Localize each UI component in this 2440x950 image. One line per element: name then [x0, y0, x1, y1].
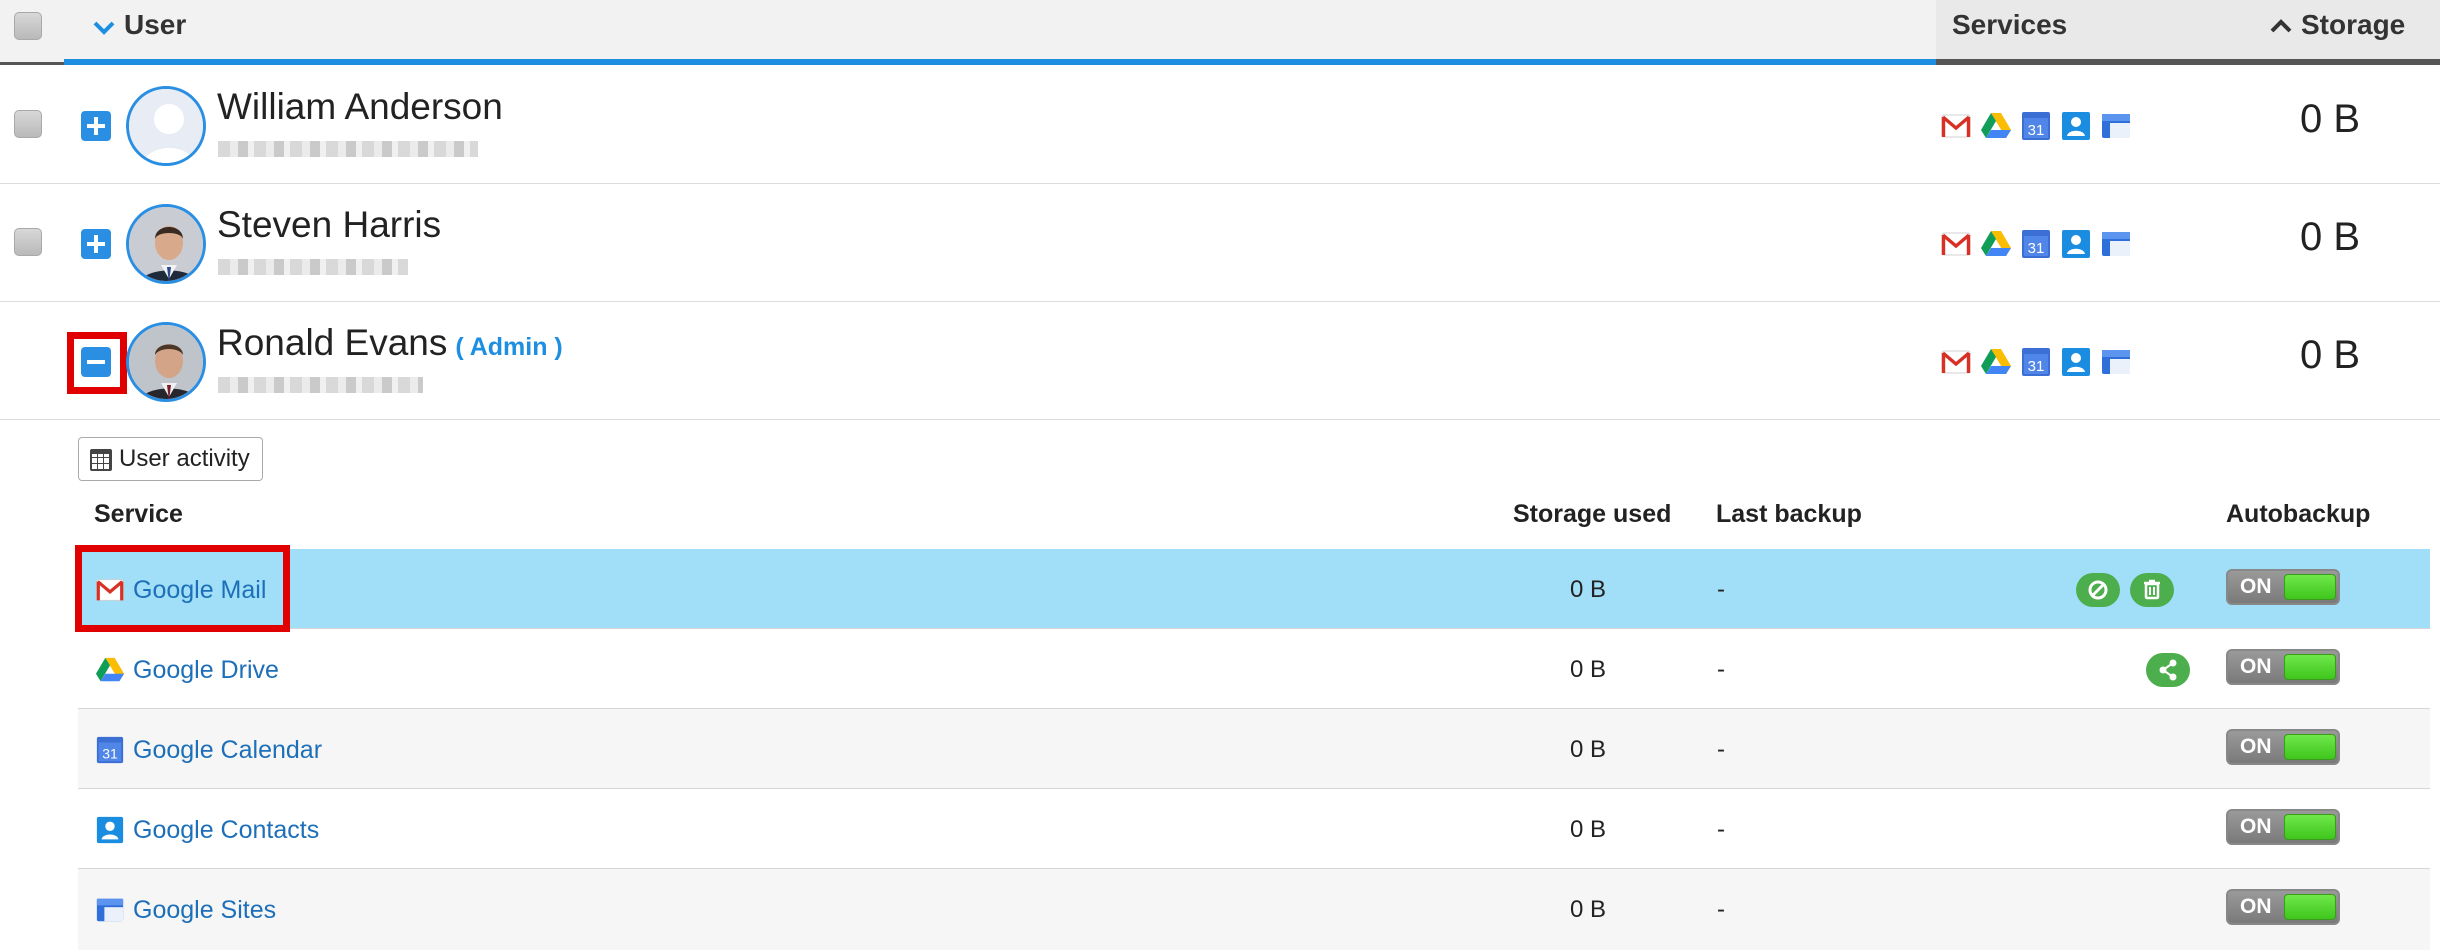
- calendar-icon: [90, 449, 112, 471]
- avatar: [126, 204, 206, 284]
- google-sites-icon: [94, 895, 126, 925]
- user-activity-button[interactable]: User activity: [78, 437, 263, 481]
- delete-backup-button[interactable]: [2130, 573, 2174, 607]
- user-row-checkbox[interactable]: [14, 110, 42, 138]
- autobackup-toggle[interactable]: ON: [2226, 569, 2340, 605]
- user-row-expanded[interactable]: Ronald Evans( Admin ) 0 B: [0, 302, 2440, 420]
- service-row-google-drive[interactable]: Google Drive 0 B - ON: [78, 629, 2430, 709]
- google-sites-icon: [2100, 110, 2132, 142]
- service-row-google-sites[interactable]: Google Sites 0 B - ON: [78, 869, 2430, 950]
- header-storage-label[interactable]: Storage: [2301, 9, 2405, 41]
- col-autobackup: Autobackup: [2226, 500, 2371, 528]
- toggle-on-label: ON: [2240, 575, 2272, 598]
- google-contacts-icon: [2060, 228, 2092, 260]
- google-drive-icon: [94, 655, 126, 685]
- trash-icon: [2144, 579, 2160, 600]
- google-sites-icon: [2100, 346, 2132, 378]
- google-drive-icon: [1980, 110, 2012, 142]
- service-storage-used: 0 B: [1570, 656, 1607, 683]
- avatar: [126, 322, 206, 402]
- toggle-on-label: ON: [2240, 655, 2272, 678]
- user-email-redacted: [218, 377, 423, 393]
- google-calendar-icon: [2020, 110, 2052, 142]
- autobackup-toggle[interactable]: ON: [2226, 649, 2340, 685]
- disable-service-button[interactable]: [2076, 573, 2120, 607]
- google-contacts-icon: [94, 815, 126, 845]
- service-link-google-drive[interactable]: Google Drive: [133, 656, 279, 685]
- google-sites-icon: [2100, 228, 2132, 260]
- service-storage-used: 0 B: [1570, 896, 1607, 923]
- google-calendar-icon: [2020, 228, 2052, 260]
- avatar: [126, 86, 206, 166]
- service-last-backup: -: [1717, 656, 1725, 683]
- col-storage-used: Storage used: [1513, 500, 1672, 528]
- service-link-google-calendar[interactable]: Google Calendar: [133, 736, 322, 765]
- user-activity-label: User activity: [119, 445, 250, 472]
- service-link-google-sites[interactable]: Google Sites: [133, 896, 276, 925]
- service-row-google-calendar[interactable]: Google Calendar 0 B - ON: [78, 709, 2430, 789]
- toggle-on-label: ON: [2240, 815, 2272, 838]
- gmail-icon: [1940, 110, 1972, 142]
- autobackup-toggle[interactable]: ON: [2226, 809, 2340, 845]
- header-select-cell: [0, 0, 64, 65]
- service-last-backup: -: [1717, 736, 1725, 763]
- service-last-backup: -: [1717, 576, 1725, 603]
- share-icon: [2159, 659, 2177, 681]
- gmail-icon: [1940, 346, 1972, 378]
- toggle-on-label: ON: [2240, 735, 2272, 758]
- service-storage-used: 0 B: [1570, 736, 1607, 763]
- user-storage: 0 B: [2300, 333, 2361, 377]
- user-email-redacted: [218, 141, 478, 157]
- admin-badge: ( Admin ): [455, 333, 563, 361]
- google-drive-icon: [1980, 346, 2012, 378]
- user-photo: [129, 325, 203, 399]
- service-link-google-contacts[interactable]: Google Contacts: [133, 816, 319, 845]
- collapse-user-button[interactable]: [81, 347, 111, 377]
- select-all-checkbox[interactable]: [14, 12, 42, 40]
- user-name: Steven Harris: [217, 204, 442, 245]
- user-row-checkbox[interactable]: [14, 228, 42, 256]
- google-contacts-icon: [2060, 346, 2092, 378]
- user-storage: 0 B: [2300, 215, 2361, 259]
- user-storage: 0 B: [2300, 97, 2361, 141]
- google-drive-icon: [1980, 228, 2012, 260]
- expand-user-button[interactable]: [81, 229, 111, 259]
- google-calendar-icon: [94, 735, 126, 765]
- chevron-down-icon: [93, 21, 115, 35]
- ban-icon: [2088, 580, 2108, 600]
- service-last-backup: -: [1717, 896, 1725, 923]
- share-button[interactable]: [2146, 653, 2190, 687]
- service-row-google-contacts[interactable]: Google Contacts 0 B - ON: [78, 789, 2430, 869]
- chevron-up-icon: [2270, 19, 2292, 33]
- toggle-on-label: ON: [2240, 895, 2272, 918]
- service-last-backup: -: [1717, 816, 1725, 843]
- col-last-backup: Last backup: [1716, 500, 1862, 528]
- autobackup-toggle[interactable]: ON: [2226, 729, 2340, 765]
- gmail-icon: [1940, 228, 1972, 260]
- google-contacts-icon: [2060, 110, 2092, 142]
- user-name: Ronald Evans( Admin ): [217, 322, 563, 363]
- service-storage-used: 0 B: [1570, 576, 1607, 603]
- user-name: William Anderson: [217, 86, 503, 127]
- col-service: Service: [94, 500, 183, 528]
- google-calendar-icon: [2020, 346, 2052, 378]
- default-avatar-icon: [129, 89, 203, 163]
- header-user-label: User: [124, 9, 187, 40]
- service-storage-used: 0 B: [1570, 816, 1607, 843]
- autobackup-toggle[interactable]: ON: [2226, 889, 2340, 925]
- header-right-columns: Services Storage: [1936, 0, 2440, 65]
- highlight-box: [75, 545, 290, 632]
- expand-user-button[interactable]: [81, 111, 111, 141]
- table-header: User Services Storage: [0, 0, 2440, 65]
- header-services-label[interactable]: Services: [1952, 9, 2067, 41]
- user-photo: [129, 207, 203, 281]
- user-row[interactable]: William Anderson 0 B: [0, 66, 2440, 184]
- service-row-google-mail[interactable]: Google Mail 0 B - ON: [78, 549, 2430, 629]
- user-email-redacted: [218, 259, 408, 275]
- header-user-column[interactable]: User: [64, 0, 1936, 65]
- user-row[interactable]: Steven Harris 0 B: [0, 184, 2440, 302]
